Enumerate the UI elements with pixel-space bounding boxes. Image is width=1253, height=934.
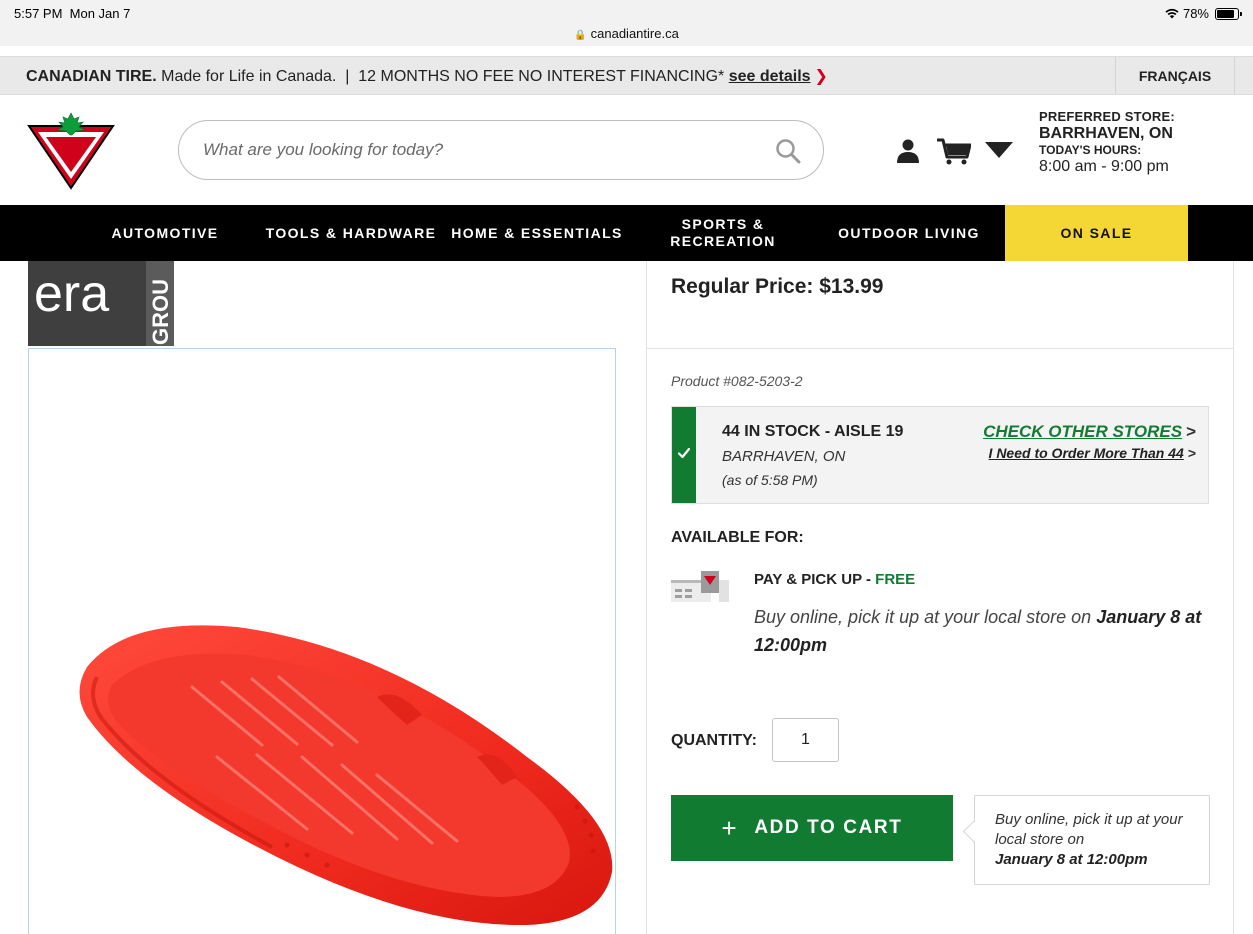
brand-side-text: GROU <box>148 279 173 345</box>
pickup-free: FREE <box>875 571 916 588</box>
nav-label: SPORTS & <box>681 216 765 232</box>
promo-brand: CANADIAN TIRE. <box>26 68 157 85</box>
see-details-link[interactable]: see details <box>729 68 811 85</box>
search-icon[interactable] <box>775 138 801 164</box>
stock-flag <box>672 407 696 503</box>
promo-text: CANADIAN TIRE. Made for Life in Canada. … <box>26 66 828 86</box>
nav-label: AUTOMOTIVE <box>111 224 219 241</box>
chevron-right-icon: ❯ <box>814 68 828 85</box>
nav-home-essentials[interactable]: HOME & ESSENTIALS <box>450 205 624 261</box>
time-text: 5:57 PM <box>14 6 63 21</box>
era-group-logo: era GROU <box>28 261 174 346</box>
nav-label: TOOLS & HARDWARE <box>265 224 437 241</box>
pay-pick-up-title: PAY & PICK UP - FREE <box>754 571 915 588</box>
nav-outdoor-living[interactable]: OUTDOOR LIVING <box>826 205 992 261</box>
status-indicators: 78% <box>1165 6 1242 21</box>
tooltip-text: Buy online, pick it up at your local sto… <box>995 811 1183 848</box>
quantity-label: QUANTITY: <box>671 732 757 749</box>
stock-store: BARRHAVEN, ON <box>722 448 846 465</box>
stock-status: 44 IN STOCK - AISLE 19 BARRHAVEN, ON (as… <box>671 406 1209 504</box>
product-detail-panel: Regular Price: $13.99 Product #082-5203-… <box>646 261 1234 934</box>
battery-icon <box>1215 7 1242 20</box>
caret-down-icon[interactable] <box>984 141 1014 159</box>
plus-icon: + <box>721 813 739 843</box>
account-icon[interactable] <box>895 139 921 163</box>
pickup-desc-text: Buy online, pick it up at your local sto… <box>754 607 1097 627</box>
nav-automotive[interactable]: AUTOMOTIVE <box>100 205 230 261</box>
check-other-label: CHECK OTHER STORES <box>983 422 1183 441</box>
store-pickup-icon <box>671 571 729 602</box>
language-toggle[interactable]: FRANÇAIS <box>1115 57 1235 94</box>
battery-percent: 78% <box>1182 6 1209 21</box>
quantity-input[interactable] <box>772 718 839 762</box>
add-to-cart-label: ADD TO CART <box>754 817 903 838</box>
main-nav: AUTOMOTIVE TOOLS & HARDWARE HOME & ESSEN… <box>0 205 1253 261</box>
promo-financing: 12 MONTHS NO FEE NO INTEREST FINANCING* <box>358 68 725 85</box>
add-to-cart-button[interactable]: + ADD TO CART <box>671 795 953 861</box>
address-bar[interactable]: 🔒 canadiantire.ca <box>0 26 1253 41</box>
check-icon <box>678 447 690 459</box>
order-more-label: I Need to Order More Than 44 <box>988 445 1184 461</box>
store-label: PREFERRED STORE: <box>1039 109 1175 124</box>
nav-on-sale[interactable]: ON SALE <box>1005 205 1188 261</box>
product-image-frame[interactable] <box>28 348 616 934</box>
nav-label: HOME & ESSENTIALS <box>451 224 623 241</box>
chevron-right-icon: > <box>1186 422 1196 441</box>
tooltip-date: January 8 at 12:00pm <box>995 851 1148 868</box>
url-text: canadiantire.ca <box>590 26 679 41</box>
hours-label: TODAY'S HOURS: <box>1039 143 1142 157</box>
stock-title: 44 IN STOCK - AISLE 19 <box>722 423 904 440</box>
nav-sports-recreation[interactable]: SPORTS & RECREATION <box>658 205 788 261</box>
product-number: Product #082-5203-2 <box>671 373 803 389</box>
nav-label: ON SALE <box>1060 224 1133 241</box>
pickup-tooltip: Buy online, pick it up at your local sto… <box>974 795 1210 885</box>
search-input[interactable] <box>203 121 763 179</box>
regular-price: Regular Price: $13.99 <box>671 275 884 298</box>
preferred-store[interactable]: PREFERRED STORE: BARRHAVEN, ON TODAY'S H… <box>1039 109 1175 177</box>
status-time: 5:57 PM Mon Jan 7 <box>14 6 130 21</box>
canadian-tire-logo[interactable] <box>26 111 116 191</box>
check-other-stores-link[interactable]: CHECK OTHER STORES > <box>983 422 1196 442</box>
nav-label: OUTDOOR LIVING <box>838 224 980 241</box>
promo-separator: | <box>345 68 350 85</box>
nav-label-line2: RECREATION <box>670 233 776 249</box>
order-more-link[interactable]: I Need to Order More Than 44 > <box>989 445 1196 461</box>
chevron-right-icon: > <box>1187 445 1196 461</box>
search-bar <box>178 120 824 180</box>
promo-tagline: Made for Life in Canada. <box>161 68 337 85</box>
store-hours: 8:00 am - 9:00 pm <box>1039 158 1169 175</box>
available-for-label: AVAILABLE FOR: <box>671 529 804 546</box>
site-header: PREFERRED STORE: BARRHAVEN, ON TODAY'S H… <box>0 95 1253 205</box>
wifi-icon <box>1165 8 1179 19</box>
pickup-title-text: PAY & PICK UP - <box>754 571 876 588</box>
stock-timestamp: (as of 5:58 PM) <box>722 472 818 488</box>
nav-tools-hardware[interactable]: TOOLS & HARDWARE <box>262 205 440 261</box>
lock-icon: 🔒 <box>574 30 587 41</box>
date-text: Mon Jan 7 <box>69 6 131 21</box>
pickup-description: Buy online, pick it up at your local sto… <box>754 603 1204 659</box>
brand-text: era <box>34 265 109 323</box>
store-name: BARRHAVEN, ON <box>1039 125 1173 142</box>
announcement-bar: CANADIAN TIRE. Made for Life in Canada. … <box>0 56 1253 95</box>
cart-icon[interactable] <box>937 137 971 165</box>
price-box: Regular Price: $13.99 <box>647 261 1233 349</box>
status-bar: 5:57 PM Mon Jan 7 78% 🔒 canadiantire.ca <box>0 0 1253 46</box>
red-sled-image <box>79 625 613 926</box>
